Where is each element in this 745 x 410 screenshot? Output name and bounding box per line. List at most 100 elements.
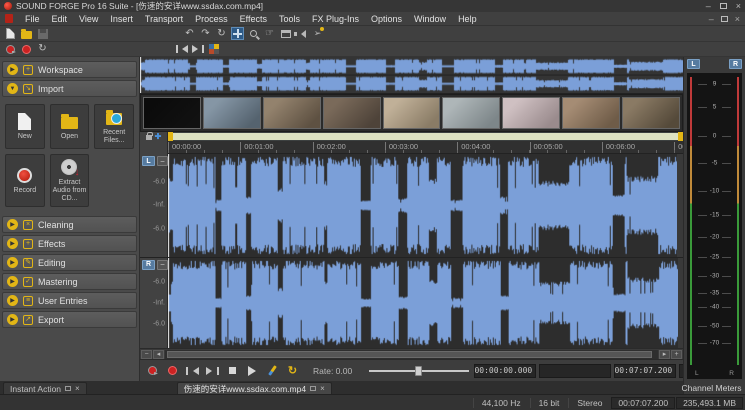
mdi-close-icon[interactable]: ×	[735, 15, 740, 23]
stop-button[interactable]	[225, 364, 240, 378]
play-as-cutlist-button[interactable]	[265, 364, 280, 378]
scroll-left-button[interactable]: ◂	[153, 350, 164, 359]
play-button[interactable]	[245, 364, 260, 378]
scroll-right-button[interactable]: ▸	[659, 350, 670, 359]
repeat-button[interactable]: ↻	[215, 27, 228, 40]
expand-arrow-icon[interactable]: ▶	[7, 295, 18, 306]
video-thumbnail-frame-7[interactable]	[502, 97, 560, 129]
close-doc-icon[interactable]: ×	[320, 384, 325, 393]
previous-button[interactable]	[185, 364, 200, 378]
undo-button[interactable]: ↶	[183, 27, 196, 40]
next-button[interactable]	[205, 364, 220, 378]
scroll-thumb[interactable]	[167, 351, 652, 358]
selection-start-field[interactable]	[539, 364, 611, 378]
loop-region-bar[interactable]	[168, 132, 683, 141]
sidebar-section-mastering[interactable]: ▶✓Mastering	[2, 273, 137, 290]
menu-tools[interactable]: Tools	[273, 13, 306, 25]
menu-view[interactable]: View	[73, 13, 104, 25]
sidebar-section-editing[interactable]: ▶✎Editing	[2, 254, 137, 271]
expand-arrow-icon[interactable]: ▶	[7, 219, 18, 230]
video-thumbnail-frame-6[interactable]	[442, 97, 500, 129]
redo-button[interactable]: ↷	[199, 27, 212, 40]
left-channel-waveform[interactable]	[168, 154, 677, 257]
window-layout-button[interactable]	[279, 27, 292, 40]
open-file-button[interactable]	[20, 27, 33, 40]
restore-doc-icon[interactable]	[310, 386, 316, 391]
video-thumbnail-frame-2[interactable]	[203, 97, 261, 129]
loop-end-handle[interactable]	[678, 132, 683, 141]
video-thumbnail-frame-9[interactable]	[622, 97, 680, 129]
cursor-position-field[interactable]: 00:00:00.000	[474, 364, 536, 378]
meter-right-button[interactable]: R	[729, 59, 742, 69]
expand-arrow-icon[interactable]: ▼	[7, 83, 18, 94]
mdi-restore-icon[interactable]	[721, 16, 728, 22]
rate-slider[interactable]	[369, 365, 469, 377]
video-thumbnail-frame-1[interactable]	[143, 97, 201, 129]
video-thumbnail-frame-3[interactable]	[263, 97, 321, 129]
rate-slider-handle[interactable]	[415, 366, 422, 376]
close-tab-icon[interactable]: ×	[75, 384, 80, 393]
meter-left-button[interactable]: L	[687, 59, 700, 69]
new-file-button[interactable]	[4, 27, 17, 40]
loop-region[interactable]	[169, 133, 682, 140]
menu-insert[interactable]: Insert	[104, 13, 139, 25]
sidebar-section-effects[interactable]: ▶+Effects	[2, 235, 137, 252]
right-channel-button[interactable]: R	[142, 260, 155, 270]
minimize-icon[interactable]: –	[706, 2, 711, 10]
options-grid-button[interactable]	[207, 43, 220, 56]
selection-end-field[interactable]: 00:07:07.200	[614, 364, 676, 378]
touch-tool-button[interactable]: ☞	[263, 27, 276, 40]
right-channel-minimize-button[interactable]: −	[157, 260, 168, 270]
expand-arrow-icon[interactable]: ▶	[7, 314, 18, 325]
scroll-track[interactable]	[165, 350, 658, 359]
loop-playback-toggle[interactable]: ↻	[285, 364, 300, 378]
action-new-button[interactable]: New	[5, 104, 45, 149]
transport-record-remote-button[interactable]	[145, 364, 160, 378]
menu-window[interactable]: Window	[408, 13, 452, 25]
record-button[interactable]	[20, 43, 33, 56]
tab-document[interactable]: 伤速的安详www.ssdax.com.mp4 ×	[177, 382, 332, 394]
sidebar-section-import[interactable]: ▼↘Import	[2, 80, 137, 97]
record-remote-button[interactable]	[4, 43, 17, 56]
expand-arrow-icon[interactable]: ▶	[7, 64, 18, 75]
expand-arrow-icon[interactable]: ▶	[7, 276, 18, 287]
expand-arrow-icon[interactable]: ▶	[7, 238, 18, 249]
loop-playback-button[interactable]: ↻	[36, 43, 49, 56]
sidebar-section-export[interactable]: ▶↗Export	[2, 311, 137, 328]
video-thumbnail-frame-4[interactable]	[323, 97, 381, 129]
zoom-in-time-button[interactable]: +	[671, 350, 682, 359]
save-button[interactable]	[36, 27, 49, 40]
transport-record-button[interactable]	[165, 364, 180, 378]
overview-waveform[interactable]	[140, 57, 683, 94]
video-thumbnail-frame-5[interactable]	[383, 97, 441, 129]
mdi-minimize-icon[interactable]: –	[709, 15, 714, 23]
menu-options[interactable]: Options	[365, 13, 408, 25]
menu-help[interactable]: Help	[452, 13, 483, 25]
close-icon[interactable]: ×	[736, 2, 741, 10]
sidebar-section-user-entries[interactable]: ▶≡User Entries	[2, 292, 137, 309]
menu-edit[interactable]: Edit	[46, 13, 74, 25]
right-channel-waveform[interactable]	[168, 258, 678, 348]
menu-file[interactable]: File	[19, 13, 46, 25]
go-to-start-button[interactable]	[175, 43, 188, 56]
menu-transport[interactable]: Transport	[139, 13, 189, 25]
pin-icon[interactable]	[65, 386, 71, 391]
expand-arrow-icon[interactable]: ▶	[7, 257, 18, 268]
menu-effects[interactable]: Effects	[234, 13, 273, 25]
left-channel-minimize-button[interactable]: −	[157, 156, 168, 166]
sidebar-section-cleaning[interactable]: ▶×Cleaning	[2, 216, 137, 233]
action-record-button[interactable]: Record	[5, 154, 45, 207]
left-channel-button[interactable]: L	[142, 156, 155, 166]
zoom-out-time-button[interactable]: −	[141, 350, 152, 359]
move-icon[interactable]: ✚	[155, 133, 162, 141]
lock-icon[interactable]	[146, 135, 152, 140]
menu-process[interactable]: Process	[189, 13, 234, 25]
action-open-button[interactable]: Open	[50, 104, 90, 149]
maximize-icon[interactable]	[720, 3, 727, 9]
time-ruler[interactable]: 00:00:0000:01:0000:02:0000:03:0000:04:00…	[168, 141, 683, 154]
action-recent-button[interactable]: Recent Files...	[94, 104, 134, 149]
menu-fx-plug-ins[interactable]: FX Plug-Ins	[306, 13, 365, 25]
action-extract-button[interactable]: Extract Audio from CD...	[50, 154, 90, 207]
sidebar-section-workspace[interactable]: ▶+Workspace	[2, 61, 137, 78]
magnify-tool-button[interactable]	[247, 27, 260, 40]
